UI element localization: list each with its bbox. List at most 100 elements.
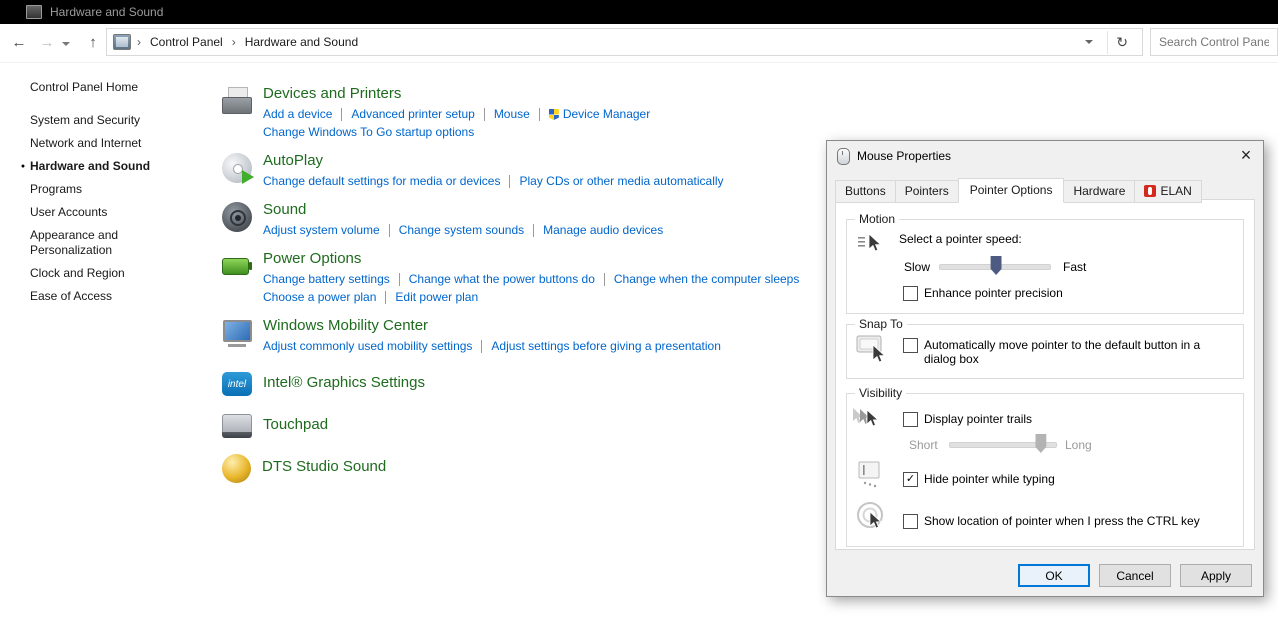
task-link[interactable]: Change when the computer sleeps [614, 271, 799, 288]
slow-label: Slow [904, 260, 930, 274]
task-link[interactable]: Change system sounds [399, 222, 524, 239]
link-separator [484, 108, 485, 121]
checkbox-label: Hide pointer while typing [924, 472, 1055, 486]
category-title[interactable]: Sound [263, 200, 663, 220]
sidebar-item-programs[interactable]: Programs [0, 182, 205, 197]
dialog-titlebar[interactable]: Mouse Properties × [827, 141, 1263, 171]
hide-pointer-typing-icon [857, 460, 887, 490]
printer-icon [220, 84, 254, 118]
pointer-speed-icon [857, 232, 887, 256]
task-link[interactable]: Change default settings for media or dev… [263, 173, 500, 190]
tab-pointers[interactable]: Pointers [895, 180, 959, 203]
breadcrumb-separator-icon[interactable]: › [137, 35, 141, 49]
task-link[interactable]: Mouse [494, 106, 530, 123]
enhance-pointer-precision-checkbox[interactable]: Enhance pointer precision [903, 286, 1063, 301]
task-link[interactable]: Manage audio devices [543, 222, 663, 239]
cancel-button[interactable]: Cancel [1099, 564, 1171, 587]
recent-pages-dropdown-icon[interactable] [62, 42, 70, 46]
pointer-speed-slider[interactable] [939, 256, 1051, 276]
dialog-title: Mouse Properties [857, 149, 951, 163]
task-link[interactable]: Adjust settings before giving a presenta… [491, 338, 720, 355]
task-link[interactable]: Edit power plan [395, 289, 478, 306]
app-icon [26, 5, 42, 19]
link-separator [399, 273, 400, 286]
close-icon[interactable]: × [1233, 143, 1259, 167]
back-icon[interactable]: ← [8, 32, 30, 54]
refresh-icon[interactable]: ↻ [1107, 31, 1136, 54]
sidebar-item-appearance-and-personalization[interactable]: Appearance and Personalization [0, 228, 205, 258]
checkbox-box [903, 338, 918, 353]
apply-button[interactable]: Apply [1180, 564, 1252, 587]
sidebar-item-label: User Accounts [30, 205, 180, 220]
up-icon[interactable]: ↑ [82, 32, 104, 54]
dialog-tabstrip: ButtonsPointersPointer OptionsHardwareEL… [835, 180, 1201, 203]
icon-text: intel [222, 372, 252, 396]
ctrl-locate-pointer-icon [855, 500, 889, 534]
checkbox-box: ✓ [903, 472, 918, 487]
mouse-icon [837, 148, 850, 165]
ok-button[interactable]: OK [1018, 564, 1090, 587]
link-separator [509, 175, 510, 188]
sidebar-item-label: Network and Internet [30, 136, 180, 151]
sidebar-item-label: Control Panel Home [30, 80, 180, 95]
window-titlebar: Hardware and Sound [0, 0, 1278, 24]
address-bar[interactable]: › Control Panel › Hardware and Sound ↻ [106, 28, 1143, 56]
forward-icon[interactable]: → [36, 32, 58, 54]
sidebar-item-label: System and Security [30, 113, 180, 128]
category-title[interactable]: Devices and Printers [263, 84, 650, 104]
task-link[interactable]: Change what the power buttons do [409, 271, 595, 288]
tab-elan[interactable]: ELAN [1134, 180, 1201, 203]
task-link[interactable]: Advanced printer setup [351, 106, 474, 123]
sidebar-item-network-and-internet[interactable]: Network and Internet [0, 136, 205, 151]
task-link[interactable]: Choose a power plan [263, 289, 376, 306]
tab-buttons[interactable]: Buttons [835, 180, 896, 203]
hide-pointer-while-typing-checkbox[interactable]: ✓ Hide pointer while typing [903, 472, 1055, 487]
link-separator [604, 273, 605, 286]
task-link[interactable]: Adjust system volume [263, 222, 380, 239]
slider-thumb[interactable] [991, 256, 1002, 275]
dialog-buttons: OK Cancel Apply [1018, 564, 1252, 587]
task-link[interactable]: Change battery settings [263, 271, 390, 288]
task-link[interactable]: Add a device [263, 106, 332, 123]
category: Devices and Printers Add a device Advanced… [220, 84, 940, 142]
category-title[interactable]: Power Options [263, 249, 799, 269]
sidebar-item-system-and-security[interactable]: System and Security [0, 113, 205, 128]
intel-icon: intel [222, 372, 252, 396]
checkbox-label: Automatically move pointer to the defaul… [924, 338, 1203, 366]
visibility-group: Visibility Display pointer trails Short [846, 393, 1244, 547]
window-title: Hardware and Sound [50, 5, 163, 19]
sidebar-item-hardware-and-sound[interactable]: ●Hardware and Sound [0, 159, 205, 174]
category-title[interactable]: AutoPlay [263, 151, 724, 171]
link-separator [481, 340, 482, 353]
sidebar-item-control-panel-home[interactable]: Control Panel Home [0, 80, 205, 95]
task-link[interactable]: Adjust commonly used mobility settings [263, 338, 472, 355]
checkbox-box [903, 412, 918, 427]
task-link[interactable]: Device Manager [549, 106, 650, 123]
search-input[interactable] [1150, 28, 1278, 56]
tab-hardware[interactable]: Hardware [1063, 180, 1135, 203]
motion-legend: Motion [855, 212, 899, 226]
task-link[interactable]: Play CDs or other media automatically [519, 173, 723, 190]
sidebar-item-clock-and-region[interactable]: Clock and Region [0, 266, 205, 281]
category-title[interactable]: Intel® Graphics Settings [263, 373, 425, 393]
sidebar-item-ease-of-access[interactable]: Ease of Access [0, 289, 205, 304]
pointer-speed-label: Select a pointer speed: [899, 232, 1022, 246]
tab-pointer-options[interactable]: Pointer Options [958, 178, 1065, 203]
short-label: Short [909, 438, 938, 452]
breadcrumb-separator-icon[interactable]: › [232, 35, 236, 49]
task-link[interactable]: Change Windows To Go startup options [263, 124, 474, 141]
active-bullet-icon: ● [16, 159, 30, 174]
snap-to-checkbox[interactable]: Automatically move pointer to the defaul… [903, 338, 1203, 366]
display-pointer-trails-checkbox[interactable]: Display pointer trails [903, 412, 1032, 427]
category-title[interactable]: Windows Mobility Center [263, 316, 721, 336]
breadcrumb-hardware-and-sound[interactable]: Hardware and Sound [242, 33, 361, 51]
breadcrumb-control-panel[interactable]: Control Panel [147, 33, 226, 51]
sidebar-item-user-accounts[interactable]: User Accounts [0, 205, 205, 220]
address-dropdown-icon[interactable] [1085, 40, 1093, 44]
uac-shield-icon [549, 109, 559, 120]
category-title[interactable]: DTS Studio Sound [262, 457, 386, 477]
power-icon [220, 249, 254, 283]
checkbox-label: Enhance pointer precision [924, 286, 1063, 300]
category-title[interactable]: Touchpad [263, 415, 328, 435]
show-pointer-location-checkbox[interactable]: Show location of pointer when I press th… [903, 514, 1200, 529]
